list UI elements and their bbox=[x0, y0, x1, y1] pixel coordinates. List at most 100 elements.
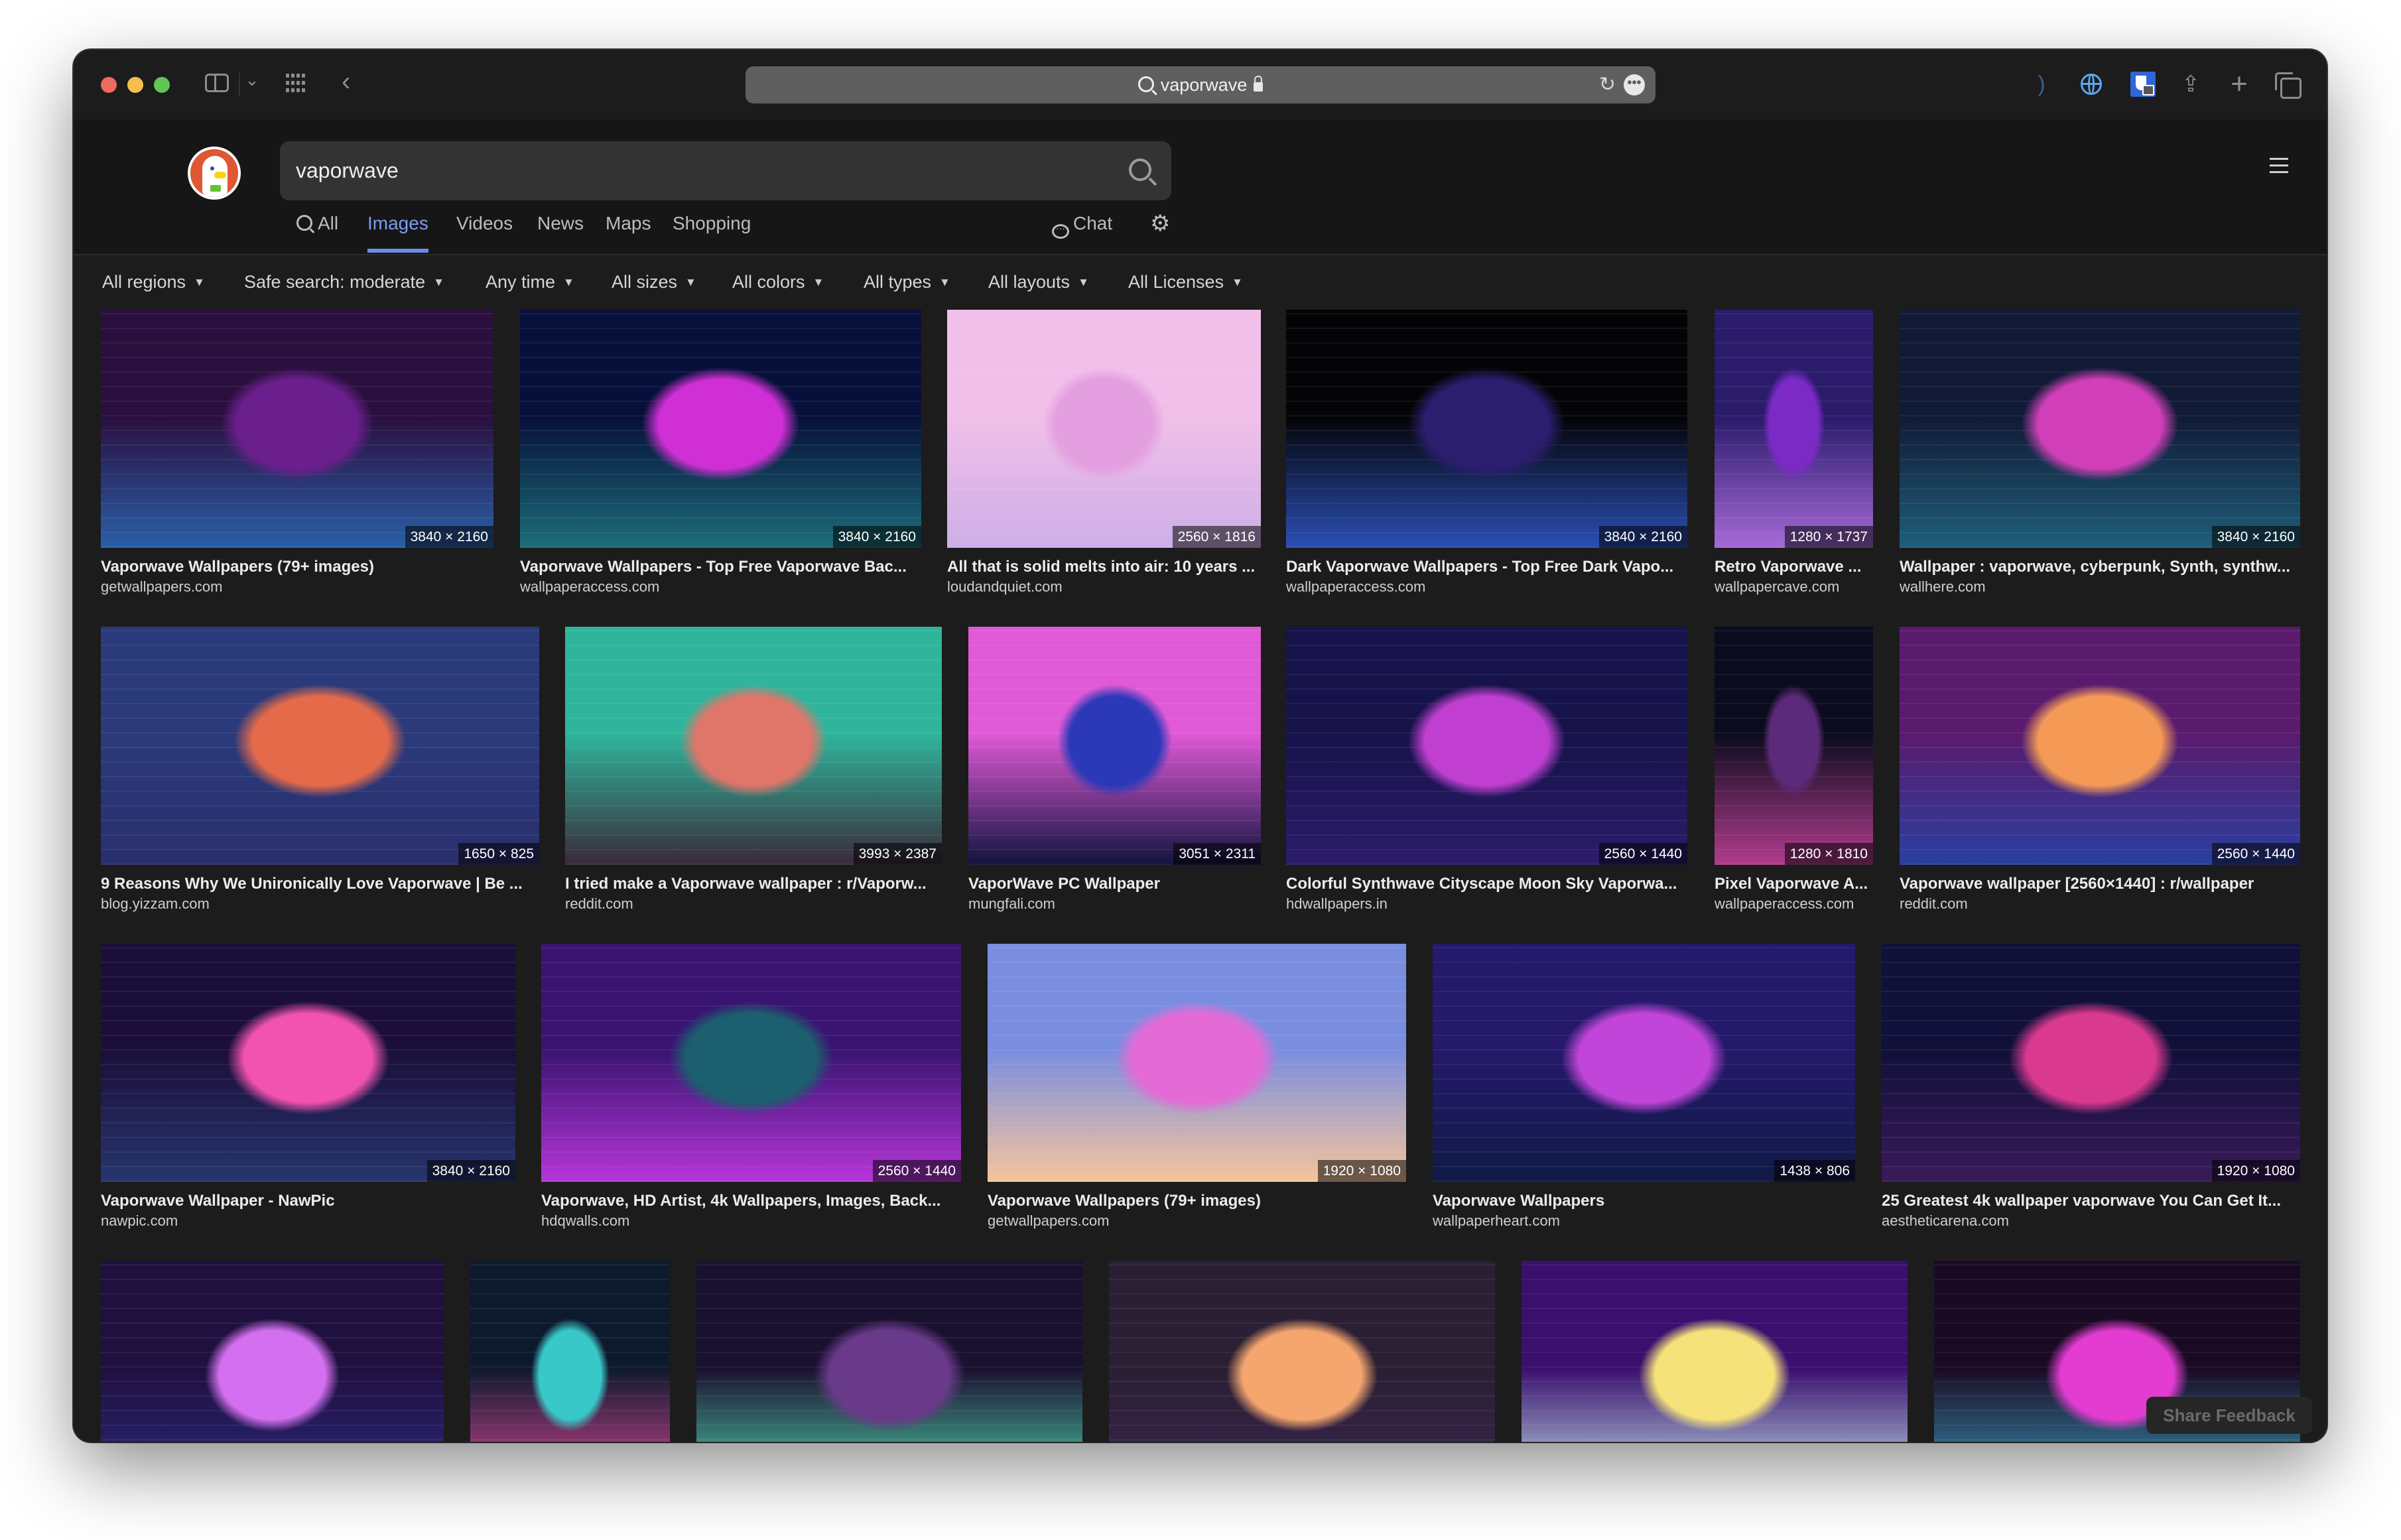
image-result[interactable]: 2560 × 1440 Vaporwave, HD Artist, 4k Wall… bbox=[541, 944, 961, 1236]
tab-maps[interactable]: Maps bbox=[606, 208, 651, 253]
result-title[interactable]: Vaporwave Wallpapers bbox=[1433, 1192, 1855, 1210]
search-icon[interactable] bbox=[1129, 159, 1151, 181]
settings-gear-icon[interactable]: ⚙ bbox=[1150, 208, 1170, 253]
image-result[interactable]: 2560 × 1816 All that is solid melts into … bbox=[947, 310, 1261, 602]
result-title[interactable]: Vaporwave Wallpapers (79+ images) bbox=[988, 1192, 1406, 1210]
result-title[interactable]: Vaporwave Wallpaper - NawPic bbox=[101, 1192, 515, 1210]
result-thumbnail[interactable] bbox=[1109, 1261, 1495, 1442]
filter-safe-search[interactable]: Safe search: moderate ▼ bbox=[244, 265, 444, 299]
result-source[interactable]: nawpic.com bbox=[101, 1212, 515, 1230]
result-source[interactable]: wallpaperaccess.com bbox=[520, 578, 921, 596]
minimize-window-button[interactable] bbox=[127, 77, 143, 93]
result-thumbnail[interactable] bbox=[1900, 310, 2300, 548]
tab-videos[interactable]: Videos bbox=[456, 208, 513, 253]
filter-colors[interactable]: All colors ▼ bbox=[732, 265, 824, 299]
image-result[interactable]: 1280 × 1810 Pixel Vaporwave A... wallpaper… bbox=[1715, 627, 1873, 919]
result-thumbnail[interactable] bbox=[565, 627, 942, 865]
result-thumbnail[interactable] bbox=[1286, 310, 1687, 548]
share-icon[interactable]: ⇪ bbox=[2176, 70, 2205, 99]
image-result[interactable]: 2560 × 1440 Colorful Synthwave Cityscape … bbox=[1286, 627, 1687, 919]
result-thumbnail[interactable] bbox=[101, 944, 515, 1182]
result-thumbnail[interactable] bbox=[988, 944, 1406, 1182]
result-thumbnail[interactable] bbox=[1433, 944, 1855, 1182]
result-source[interactable]: reddit.com bbox=[565, 895, 942, 913]
result-source[interactable]: wallpapercave.com bbox=[1715, 578, 1873, 596]
filter-regions[interactable]: All regions ▼ bbox=[102, 265, 205, 299]
result-title[interactable]: All that is solid melts into air: 10 yea… bbox=[947, 558, 1261, 576]
result-title[interactable]: Retro Vaporwave ... bbox=[1715, 558, 1873, 576]
result-thumbnail[interactable] bbox=[1715, 310, 1873, 548]
image-result[interactable]: 1280 × 1737 Retro Vaporwave ... wallpaperc… bbox=[1715, 310, 1873, 602]
result-title[interactable]: Colorful Synthwave Cityscape Moon Sky Va… bbox=[1286, 875, 1687, 893]
result-title[interactable]: 25 Greatest 4k wallpaper vaporwave You C… bbox=[1882, 1192, 2300, 1210]
result-title[interactable]: Vaporwave Wallpapers - Top Free Vaporwav… bbox=[520, 558, 921, 576]
image-result[interactable] bbox=[1522, 1261, 1908, 1442]
image-result[interactable]: 3840 × 2160 Dark Vaporwave Wallpapers - T… bbox=[1286, 310, 1687, 602]
filter-types[interactable]: All types ▼ bbox=[864, 265, 950, 299]
filter-time[interactable]: Any time ▼ bbox=[486, 265, 574, 299]
tab-all[interactable]: All bbox=[296, 208, 338, 253]
share-feedback-button[interactable]: Share Feedback bbox=[2146, 1397, 2312, 1434]
result-source[interactable]: getwallpapers.com bbox=[101, 578, 493, 596]
image-result[interactable]: 3840 × 2160 Vaporwave Wallpapers - Top Fr… bbox=[520, 310, 921, 602]
image-result[interactable]: 1650 × 825 9 Reasons Why We Unironically … bbox=[101, 627, 539, 919]
result-thumbnail[interactable] bbox=[101, 1261, 444, 1442]
result-thumbnail[interactable] bbox=[1900, 627, 2300, 865]
sidebar-toggle-icon[interactable] bbox=[205, 74, 229, 92]
result-thumbnail[interactable] bbox=[101, 627, 539, 865]
result-thumbnail[interactable] bbox=[1522, 1261, 1908, 1442]
result-thumbnail[interactable] bbox=[101, 310, 493, 548]
result-source[interactable]: loudandquiet.com bbox=[947, 578, 1261, 596]
image-result[interactable] bbox=[1109, 1261, 1495, 1442]
result-source[interactable]: aestheticarena.com bbox=[1882, 1212, 2300, 1230]
tab-news[interactable]: News bbox=[537, 208, 584, 253]
back-arrow-icon[interactable]: ‹ bbox=[342, 67, 350, 97]
result-thumbnail[interactable] bbox=[1882, 944, 2300, 1182]
result-thumbnail[interactable] bbox=[470, 1261, 670, 1442]
search-input[interactable]: vaporwave bbox=[280, 141, 1171, 200]
close-window-button[interactable] bbox=[101, 77, 117, 93]
result-title[interactable]: Vaporwave wallpaper [2560×1440] : r/wall… bbox=[1900, 875, 2300, 893]
result-source[interactable]: reddit.com bbox=[1900, 895, 2300, 913]
tab-shopping[interactable]: Shopping bbox=[673, 208, 751, 253]
image-result[interactable]: 2560 × 1440 Vaporwave wallpaper [2560×144… bbox=[1900, 627, 2300, 919]
image-result[interactable]: 1920 × 1080 Vaporwave Wallpapers (79+ ima… bbox=[988, 944, 1406, 1236]
result-title[interactable]: Pixel Vaporwave A... bbox=[1715, 875, 1873, 893]
image-result[interactable]: 3840 × 2160 Vaporwave Wallpapers (79+ ima… bbox=[101, 310, 493, 602]
image-result[interactable]: 3840 × 2160 Wallpaper : vaporwave, cyberp… bbox=[1900, 310, 2300, 602]
result-source[interactable]: hdqwalls.com bbox=[541, 1212, 961, 1230]
globe-icon[interactable] bbox=[2077, 70, 2106, 99]
result-thumbnail[interactable] bbox=[1286, 627, 1687, 865]
bitwarden-icon[interactable] bbox=[2128, 70, 2158, 99]
filter-licenses[interactable]: All Licenses ▼ bbox=[1128, 265, 1243, 299]
result-thumbnail[interactable] bbox=[541, 944, 961, 1182]
result-source[interactable]: wallpaperheart.com bbox=[1433, 1212, 1855, 1230]
tab-images[interactable]: Images bbox=[367, 208, 428, 253]
image-result[interactable]: 3840 × 2160 Vaporwave Wallpaper - NawPic n… bbox=[101, 944, 515, 1236]
plus-icon[interactable]: + bbox=[2225, 70, 2254, 99]
result-title[interactable]: Wallpaper : vaporwave, cyberpunk, Synth,… bbox=[1900, 558, 2300, 576]
result-thumbnail[interactable] bbox=[947, 310, 1261, 548]
result-thumbnail[interactable] bbox=[968, 627, 1261, 865]
chevron-down-icon[interactable]: ⌄ bbox=[245, 70, 259, 90]
result-title[interactable]: Dark Vaporwave Wallpapers - Top Free Dar… bbox=[1286, 558, 1687, 576]
result-source[interactable]: wallhere.com bbox=[1900, 578, 2300, 596]
result-thumbnail[interactable] bbox=[1715, 627, 1873, 865]
filter-sizes[interactable]: All sizes ▼ bbox=[612, 265, 696, 299]
result-source[interactable]: wallpaperaccess.com bbox=[1286, 578, 1687, 596]
result-title[interactable]: Vaporwave, HD Artist, 4k Wallpapers, Ima… bbox=[541, 1192, 961, 1210]
duckduckgo-logo[interactable] bbox=[188, 147, 241, 200]
fullscreen-window-button[interactable] bbox=[154, 77, 170, 93]
result-title[interactable]: 9 Reasons Why We Unironically Love Vapor… bbox=[101, 875, 539, 893]
result-source[interactable]: hdwallpapers.in bbox=[1286, 895, 1687, 913]
grid-icon[interactable] bbox=[286, 74, 306, 92]
tabs-overview-icon[interactable] bbox=[2274, 70, 2304, 99]
result-source[interactable]: mungfali.com bbox=[968, 895, 1261, 913]
result-title[interactable]: I tried make a Vaporwave wallpaper : r/V… bbox=[565, 875, 942, 893]
ellipsis-icon[interactable]: ••• bbox=[1624, 74, 1645, 96]
reload-icon[interactable]: ↻ bbox=[1599, 74, 1616, 96]
address-bar[interactable]: vaporwave ↻ ••• bbox=[746, 66, 1655, 103]
image-result[interactable] bbox=[470, 1261, 670, 1442]
chat-button[interactable]: ··· Chat bbox=[1052, 208, 1112, 253]
hamburger-menu-icon[interactable] bbox=[2270, 158, 2288, 178]
